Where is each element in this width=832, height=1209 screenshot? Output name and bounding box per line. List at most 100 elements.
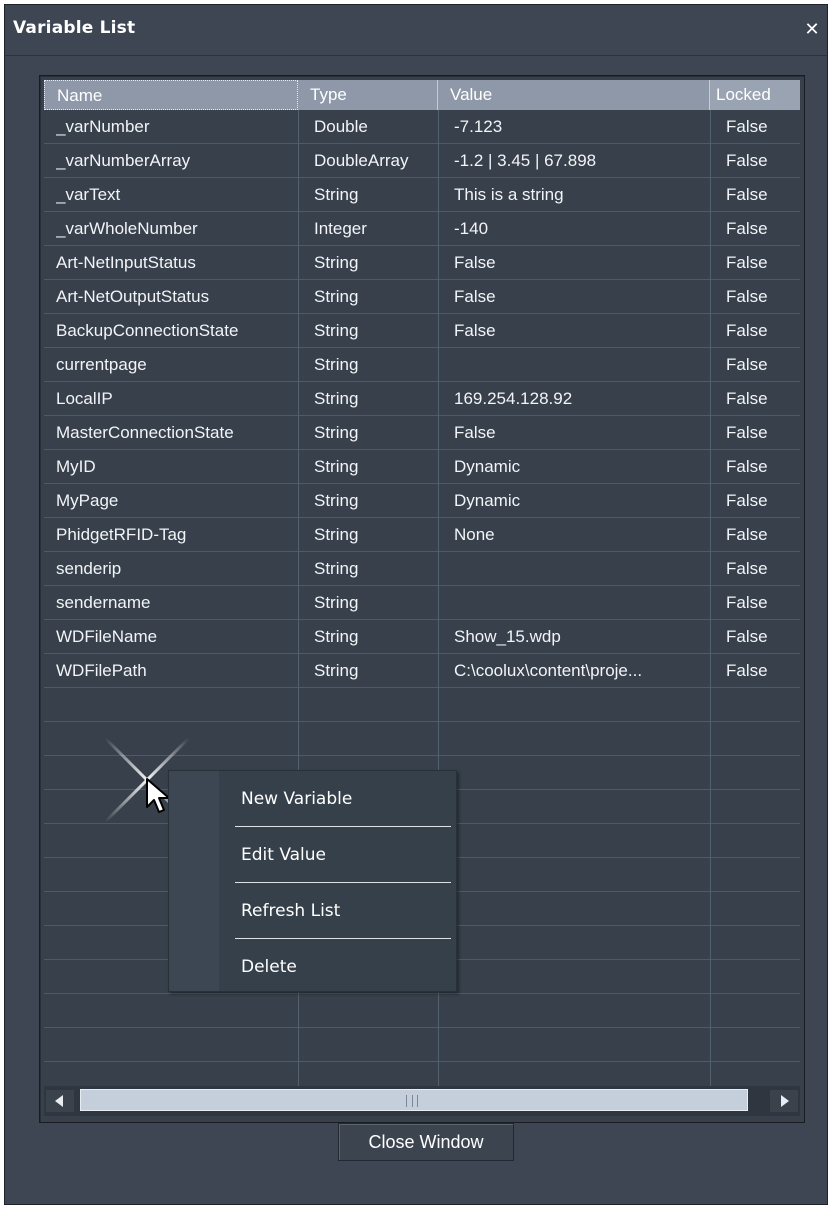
table-row[interactable]: PhidgetRFID-Tag String None False — [44, 518, 800, 552]
cell-type: String — [314, 253, 359, 272]
row-divider — [44, 755, 800, 756]
table-row[interactable]: _varNumberArray DoubleArray -1.2 | 3.45 | … — [44, 144, 800, 178]
cell-value: Dynamic — [454, 457, 521, 476]
context-menu-gutter — [169, 771, 219, 991]
horizontal-scrollbar[interactable] — [44, 1086, 800, 1116]
table-row[interactable]: senderip String False — [44, 552, 800, 586]
cell-locked: False — [726, 525, 768, 544]
cell-type: String — [314, 287, 359, 306]
cell-value — [454, 552, 714, 586]
cell-locked: False — [726, 423, 768, 442]
cell-locked: False — [726, 287, 768, 306]
column-header-locked[interactable]: Locked — [710, 80, 800, 110]
cell-name: LocalIP — [56, 389, 113, 408]
table-row[interactable]: _varWholeNumber Integer -140 False — [44, 212, 800, 246]
cell-type: String — [314, 185, 359, 204]
grip-icon — [406, 1095, 418, 1107]
cell-locked: False — [726, 151, 768, 170]
cell-name: WDFileName — [56, 627, 158, 646]
arrow-right-icon — [781, 1095, 789, 1107]
cell-value: 169.254.128.92 — [454, 389, 573, 408]
table-row[interactable]: Art-NetOutputStatus String False False — [44, 280, 800, 314]
cell-type: String — [314, 559, 359, 578]
table-row[interactable]: WDFileName String Show_15.wdp False — [44, 620, 800, 654]
arrow-left-icon — [55, 1095, 63, 1107]
cell-name: WDFilePath — [56, 661, 147, 680]
table-row[interactable]: _varText String This is a string False — [44, 178, 800, 212]
cell-value: False — [454, 287, 496, 306]
cell-name: currentpage — [56, 355, 147, 374]
table-row[interactable]: MyID String Dynamic False — [44, 450, 800, 484]
cell-type: String — [314, 389, 359, 408]
cell-type: DoubleArray — [314, 151, 409, 170]
table-row[interactable]: Art-NetInputStatus String False False — [44, 246, 800, 280]
column-header-name[interactable]: Name — [44, 80, 298, 110]
cell-value: False — [454, 321, 496, 340]
variable-list-window: Variable List ✕ Name Type Value Locked _… — [4, 4, 828, 1205]
row-divider — [44, 1027, 800, 1028]
cell-value — [454, 348, 714, 382]
cell-name: PhidgetRFID-Tag — [56, 525, 187, 544]
cell-type: Integer — [314, 219, 367, 238]
cell-locked: False — [726, 559, 768, 578]
cell-value: -7.123 — [454, 117, 503, 136]
cell-value: Dynamic — [454, 491, 521, 510]
table-header: Name Type Value Locked — [44, 80, 800, 110]
cell-name: MyPage — [56, 491, 119, 510]
cell-locked: False — [726, 253, 768, 272]
scroll-left-button[interactable] — [46, 1090, 74, 1112]
close-icon[interactable]: ✕ — [803, 21, 821, 39]
table-row[interactable]: currentpage String False — [44, 348, 800, 382]
row-divider — [44, 721, 800, 722]
menu-item-refresh-list[interactable]: Refresh List — [241, 883, 340, 939]
cell-value: False — [454, 423, 496, 442]
context-menu: New Variable Edit Value Refresh List Del… — [168, 770, 457, 992]
scrollbar-thumb[interactable] — [80, 1089, 748, 1111]
column-header-value[interactable]: Value — [438, 80, 710, 110]
cell-value: -1.2 | 3.45 | 67.898 — [454, 151, 597, 170]
cell-locked: False — [726, 627, 768, 646]
column-header-type[interactable]: Type — [298, 80, 438, 110]
row-divider — [44, 1061, 800, 1062]
cell-value: False — [454, 253, 496, 272]
scroll-right-button[interactable] — [770, 1090, 798, 1112]
table-row[interactable]: sendername String False — [44, 586, 800, 620]
menu-item-new-variable[interactable]: New Variable — [241, 771, 352, 827]
cell-value: This is a string — [454, 185, 564, 204]
menu-item-delete[interactable]: Delete — [241, 939, 297, 995]
cell-locked: False — [726, 185, 768, 204]
cell-name: _varText — [56, 185, 121, 204]
cell-name: BackupConnectionState — [56, 321, 239, 340]
cell-name: Art-NetOutputStatus — [56, 287, 210, 306]
row-divider — [44, 993, 800, 994]
cell-locked: False — [726, 661, 768, 680]
table-row[interactable]: MyPage String Dynamic False — [44, 484, 800, 518]
cell-type: String — [314, 423, 359, 442]
cell-type: String — [314, 355, 359, 374]
cell-name: Art-NetInputStatus — [56, 253, 196, 272]
table-row[interactable]: BackupConnectionState String False False — [44, 314, 800, 348]
cell-locked: False — [726, 117, 768, 136]
table-row[interactable]: MasterConnectionState String False False — [44, 416, 800, 450]
cell-locked: False — [726, 321, 768, 340]
cell-locked: False — [726, 491, 768, 510]
table-row[interactable]: WDFilePath String C:\coolux\content\proje.… — [44, 654, 800, 688]
cell-type: String — [314, 457, 359, 476]
cell-name: sendername — [56, 593, 151, 612]
cell-name: _varWholeNumber — [56, 219, 198, 238]
cell-type: Double — [314, 117, 368, 136]
cell-locked: False — [726, 457, 768, 476]
cell-locked: False — [726, 389, 768, 408]
menu-item-edit-value[interactable]: Edit Value — [241, 827, 326, 883]
cell-type: String — [314, 593, 359, 612]
cell-locked: False — [726, 219, 768, 238]
cell-name: senderip — [56, 559, 122, 578]
cell-locked: False — [726, 593, 768, 612]
cell-name: MyID — [56, 457, 96, 476]
cell-value: Show_15.wdp — [454, 627, 561, 646]
window-title: Variable List — [13, 18, 136, 38]
close-window-button[interactable]: Close Window — [338, 1123, 514, 1161]
table-row[interactable]: LocalIP String 169.254.128.92 False — [44, 382, 800, 416]
table-row[interactable]: _varNumber Double -7.123 False — [44, 110, 800, 144]
cell-type: String — [314, 525, 359, 544]
